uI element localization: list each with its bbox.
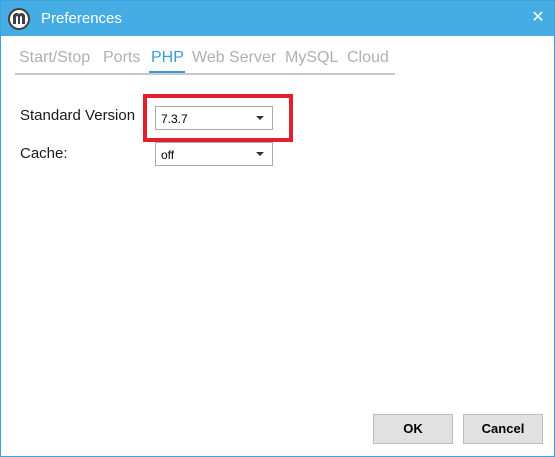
cache-value: off (161, 148, 175, 162)
active-tab-indicator (149, 71, 185, 73)
close-icon[interactable]: ✕ (528, 8, 548, 28)
preferences-tabs: Start/Stop Ports PHP Web Server MySQL Cl… (15, 47, 395, 75)
tab-php[interactable]: PHP (151, 48, 184, 68)
title-bar[interactable]: Preferences ✕ (1, 1, 554, 36)
tab-mysql[interactable]: MySQL (285, 48, 338, 68)
tab-web-server[interactable]: Web Server (192, 48, 276, 68)
tab-ports[interactable]: Ports (103, 48, 140, 68)
cache-select[interactable]: off (155, 142, 273, 166)
ok-button[interactable]: OK (373, 414, 453, 444)
cache-label: Cache: (20, 145, 68, 162)
chevron-down-icon (256, 152, 264, 156)
standard-version-label: Standard Version (20, 107, 136, 124)
tab-start-stop[interactable]: Start/Stop (19, 48, 90, 68)
cancel-button[interactable]: Cancel (463, 414, 543, 444)
window-title: Preferences (41, 10, 122, 27)
preferences-dialog: Preferences ✕ Start/Stop Ports PHP Web S… (0, 0, 555, 457)
mamp-elephant-icon (8, 8, 30, 30)
tab-cloud[interactable]: Cloud (347, 48, 389, 68)
highlight-annotation (143, 94, 293, 142)
